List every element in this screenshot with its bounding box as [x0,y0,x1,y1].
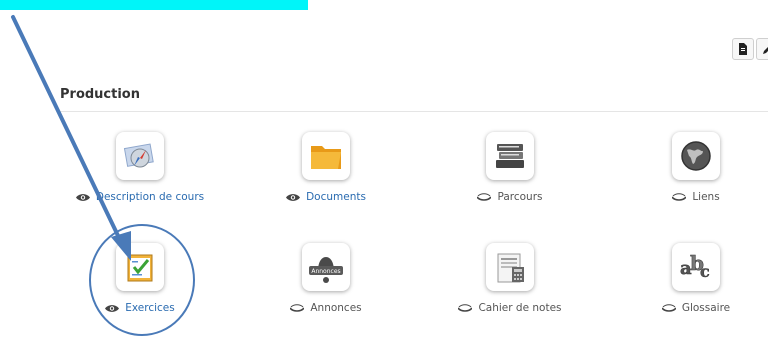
eye-closed-icon [458,303,473,312]
tool-label-text: Parcours [497,191,543,203]
tool-label[interactable]: Documents [286,191,366,203]
tool-label[interactable]: Glossaire [661,302,731,314]
tool-liens[interactable]: Liens [606,132,768,203]
bell-badge-text: Annonces [311,268,340,275]
tool-label-text: Exercices [125,302,175,314]
eye-closed-icon [290,303,305,312]
edit-icon[interactable] [756,38,768,60]
tool-description-de-cours[interactable]: Description de cours [50,132,230,203]
course-description-icon[interactable] [116,132,164,180]
annotation-arrow [11,15,124,246]
tool-parcours[interactable]: Parcours [420,132,600,203]
gradebook-icon[interactable] [486,243,534,291]
tool-label-text: Cahier de notes [478,302,562,314]
bell-icon[interactable]: Annonces [302,243,350,291]
section-title: Production [60,87,140,102]
tool-cahier-de-notes[interactable]: Cahier de notes [420,243,600,314]
exercise-checklist-icon[interactable] [116,243,164,291]
tool-annonces[interactable]: Annonces Annonces [236,243,416,314]
eye-closed-icon [661,303,676,312]
eye-visible-icon [286,193,301,201]
svg-text:c: c [700,262,710,281]
tool-label-text: Description de cours [95,191,205,203]
document-icon[interactable] [732,38,754,60]
tool-label[interactable]: Description de cours [75,191,205,203]
eye-visible-icon [105,304,120,312]
tool-label-text: Annonces [310,302,362,314]
section-divider [60,111,768,112]
abc-icon[interactable]: a b c [672,243,720,291]
globe-icon[interactable] [672,132,720,180]
eye-closed-icon [672,192,687,201]
tool-label[interactable]: Parcours [477,191,543,203]
tool-label[interactable]: Liens [672,191,720,203]
tool-exercices[interactable]: Exercices [50,243,230,314]
eye-closed-icon [477,192,492,201]
highlight-bar [0,0,308,10]
tool-label-text: Documents [306,191,366,203]
tool-label[interactable]: Annonces [290,302,362,314]
folder-icon[interactable] [302,132,350,180]
tool-label[interactable]: Cahier de notes [458,302,562,314]
books-icon[interactable] [486,132,534,180]
tool-label[interactable]: Exercices [105,302,175,314]
tool-documents[interactable]: Documents [236,132,416,203]
tool-label-text: Liens [692,191,720,203]
eye-visible-icon [75,193,90,201]
toolbar [732,38,768,60]
tool-glossaire[interactable]: a b c Glossaire [606,243,768,314]
tool-label-text: Glossaire [681,302,731,314]
